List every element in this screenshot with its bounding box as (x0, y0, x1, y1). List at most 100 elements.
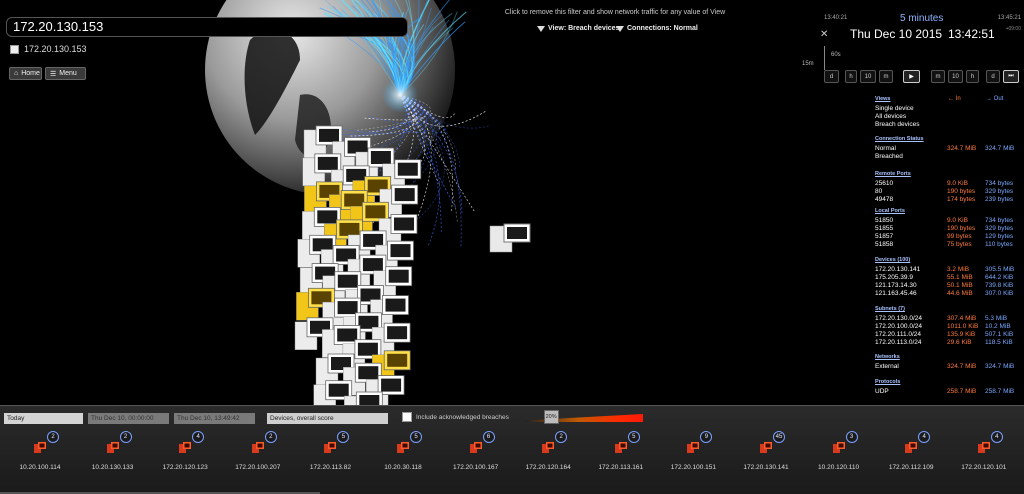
info-row[interactable]: Breach devices (875, 121, 1024, 129)
info-panel: ← In → Out Views Single device All devices… (875, 96, 1024, 401)
breach-device-item[interactable]: 45 172.20.130.141 (730, 428, 802, 478)
device-cluster[interactable] (294, 125, 422, 405)
date-to-field[interactable]: Thu Dec 10, 13:49:42 (174, 413, 255, 424)
breach-count-badge: 5 (410, 431, 422, 443)
filter-connections-label: Connections: Normal (627, 25, 698, 32)
step-back-minute-button[interactable]: m (879, 70, 893, 83)
breach-device-item[interactable]: 4 172.20.112.109 (875, 428, 947, 478)
info-row-out (985, 113, 1023, 121)
info-row[interactable]: 172.20.100.0/24 1011.0 KiB 10.2 MiB (875, 323, 1024, 331)
breach-device-item[interactable]: 6 172.20.100.167 (440, 428, 512, 478)
menu-button[interactable]: ☰ Menu (45, 67, 86, 80)
info-row-label: 51855 (875, 225, 894, 232)
info-row[interactable]: 80 190 bytes 329 bytes (875, 188, 1024, 196)
info-row[interactable]: 172.20.130.0/24 307.4 MiB 5.3 MiB (875, 315, 1024, 323)
breach-device-item[interactable]: 2 172.20.100.207 (222, 428, 294, 478)
step-back-hour-button[interactable]: h (845, 70, 857, 83)
info-row[interactable]: 51858 75 bytes 110 bytes (875, 241, 1024, 249)
info-row-in: 44.6 MiB (947, 290, 973, 297)
score-threshold-handle[interactable]: 20% (543, 410, 559, 424)
info-row[interactable]: 172.20.130.141 3.2 MiB 305.5 MiB (875, 266, 1024, 274)
selected-device[interactable]: 172.20.130.153 (10, 44, 87, 54)
breach-device-item[interactable]: 4 172.20.120.101 (948, 428, 1020, 478)
info-row[interactable]: Normal 324.7 MiB 324.7 MiB (875, 145, 1024, 153)
breached-computer-icon (469, 442, 482, 453)
time-window[interactable]: 5 minutes (900, 13, 943, 24)
breach-device-item[interactable]: 5 10.20.30.118 (367, 428, 439, 478)
breach-device-item[interactable]: 5 172.20.113.161 (585, 428, 657, 478)
timezone-offset: +09:00 (1005, 26, 1021, 32)
home-button[interactable]: ⌂ Home (9, 67, 42, 80)
breach-device-item[interactable]: 3 10.20.120.110 (803, 428, 875, 478)
breached-computer-icon (251, 442, 264, 453)
filter-view-breach-devices[interactable]: View: Breach devices (537, 25, 619, 32)
breach-count-badge: 45 (773, 431, 785, 443)
info-row[interactable]: 51855 190 bytes 329 bytes (875, 225, 1024, 233)
info-row[interactable]: UDP 258.7 MiB 258.7 MiB (875, 388, 1024, 396)
info-section-title: Connection Status (875, 136, 924, 142)
info-row-label: External (875, 363, 899, 370)
search-input[interactable]: 172.20.130.153 (6, 17, 408, 37)
breach-device-item[interactable]: 9 172.20.100.151 (657, 428, 729, 478)
breach-count-badge: 2 (555, 431, 568, 443)
filter-connections-normal[interactable]: Connections: Normal (616, 25, 698, 32)
info-row[interactable]: 172.20.113.0/24 29.6 KiB 118.5 KiB (875, 339, 1024, 347)
info-row[interactable]: 175.205.39.9 55.1 MiB 644.2 KiB (875, 274, 1024, 282)
info-row[interactable]: Breached (875, 153, 1024, 161)
network-canvas[interactable] (0, 0, 866, 405)
info-row[interactable]: 121.173.14.30 50.1 MiB 739.8 KiB (875, 282, 1024, 290)
info-row-label: 51858 (875, 241, 894, 248)
selected-device-label: 172.20.130.153 (24, 44, 87, 54)
breached-computer-icon (179, 442, 192, 453)
breach-device-item[interactable]: 2 172.20.120.164 (512, 428, 584, 478)
breached-computer-icon (106, 442, 119, 453)
close-icon[interactable]: ✕ (820, 29, 828, 40)
info-row-label: 80 (875, 188, 883, 195)
info-row-out: 307.0 KiB (985, 290, 1014, 297)
device-ip: 172.20.100.151 (670, 464, 716, 471)
date-preset-select[interactable]: Today (4, 413, 83, 424)
info-row[interactable]: 121.163.45.46 44.6 MiB 307.0 KiB (875, 290, 1024, 298)
device-node[interactable] (489, 223, 531, 253)
info-row-out (985, 121, 1023, 129)
step-back-day-button[interactable]: d (824, 70, 839, 83)
info-row-out: 10.2 MiB (985, 323, 1011, 330)
info-row[interactable]: 49478 174 bytes 239 bytes (875, 196, 1024, 204)
info-row[interactable]: External 324.7 MiB 324.7 MiB (875, 363, 1024, 371)
date-from-field[interactable]: Thu Dec 10, 00:00:00 (88, 413, 169, 424)
filter-icon (537, 25, 545, 32)
step-forward-hour-button[interactable]: h (966, 70, 979, 83)
play-button[interactable]: ▶ (903, 70, 920, 83)
time-ruler-60s: 60s (831, 52, 841, 58)
info-row[interactable]: 51857 99 bytes 129 bytes (875, 233, 1024, 241)
breach-count-badge: 2 (47, 431, 59, 443)
info-row[interactable]: 25610 9.0 KiB 734 bytes (875, 180, 1024, 188)
breach-device-item[interactable]: 4 172.20.120.123 (149, 428, 221, 478)
step-forward-day-button[interactable]: d (986, 70, 1000, 83)
breach-device-item[interactable]: 2 10.20.130.133 (77, 428, 149, 478)
step-forward-minute-button[interactable]: m (931, 70, 945, 83)
info-row[interactable]: 172.20.111.0/24 135.9 KiB 507.1 KiB (875, 331, 1024, 339)
breach-device-item[interactable]: 5 172.20.113.82 (294, 428, 366, 478)
info-row[interactable]: All devices (875, 113, 1024, 121)
device-ip: 172.20.120.101 (961, 464, 1007, 471)
sort-select[interactable]: Devices, overall score (267, 413, 388, 424)
jump-to-now-button[interactable]: ⏭ (1003, 70, 1019, 83)
computer-icon (10, 44, 19, 54)
network-visualisation[interactable] (0, 0, 866, 405)
include-acknowledged-checkbox[interactable] (402, 412, 412, 422)
filter-view-label: View: Breach devices (548, 25, 620, 32)
info-row[interactable]: Single device (875, 105, 1024, 113)
info-row-label: Breach devices (875, 121, 920, 128)
info-row[interactable]: 51850 9.0 KiB 734 bytes (875, 217, 1024, 225)
step-back-10min-button[interactable]: 10 (860, 70, 876, 83)
info-row-in (947, 121, 985, 129)
home-button-label: Home (21, 70, 40, 77)
menu-icon: ☰ (50, 70, 57, 78)
step-forward-10min-button[interactable]: 10 (948, 70, 963, 83)
breach-device-item[interactable]: 2 10.20.100.114 (4, 428, 76, 478)
device-ip: 10.20.30.118 (384, 464, 422, 471)
device-ip: 10.20.130.133 (91, 464, 134, 471)
info-row-in: 99 bytes (947, 233, 972, 240)
info-row-label: 49478 (875, 196, 894, 203)
